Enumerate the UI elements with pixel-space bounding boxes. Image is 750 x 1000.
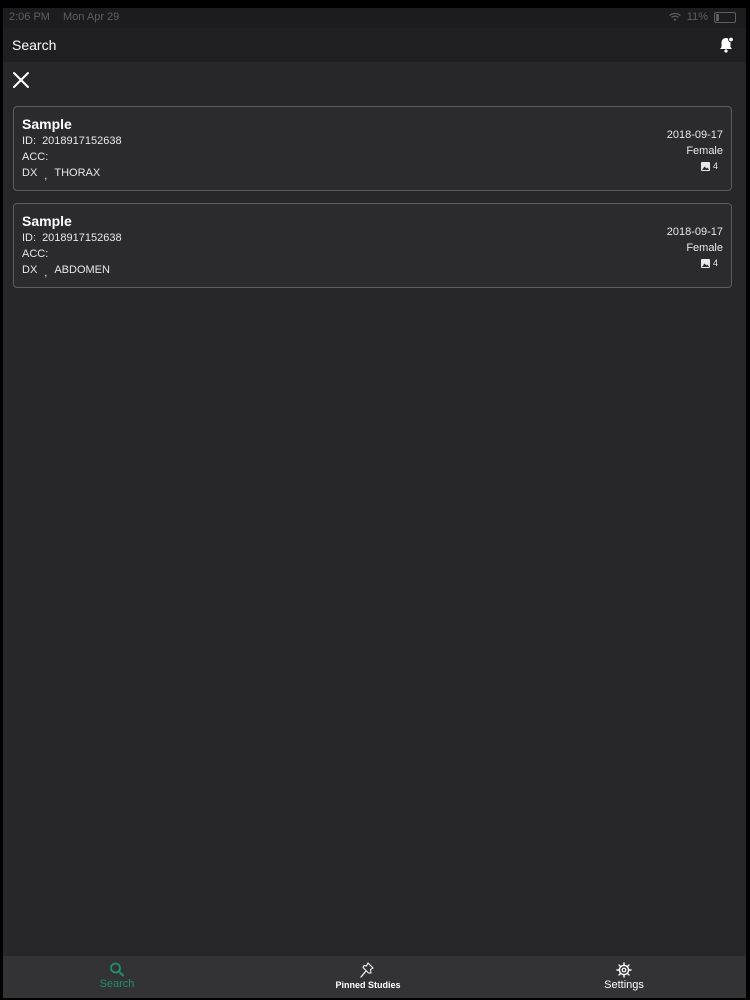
app-window: 2:06 PM Mon Apr 29 11% Search Sample ID:… [3,8,746,998]
image-icon [700,258,710,268]
modality-row: DX, ABDOMEN [22,264,110,279]
study-date: 2018-09-17 [666,129,723,141]
wifi-icon [669,12,681,21]
patient-sex: Female [686,242,723,254]
separator: , [44,267,48,279]
modality-row: DX, THORAX [22,167,101,182]
modality: DX [22,167,38,179]
tab-label: Pinned Studies [335,980,401,990]
tab-label: Settings [604,979,644,991]
tab-search[interactable]: Search [57,962,177,990]
study-card[interactable]: Sample ID: 2018917152638 ACC: DX, THORAX 2… [13,106,732,191]
tab-pinned-studies[interactable]: Pinned Studies [308,962,428,990]
patient-name: Sample [22,213,72,229]
search-icon [110,962,124,977]
study-id-row: ID: 2018917152638 [22,135,122,147]
study-id-row: ID: 2018917152638 [22,232,122,244]
tab-label: Search [99,978,135,990]
body-part: ABDOMEN [54,264,110,276]
study-id: 2018917152638 [42,232,122,244]
patient-name: Sample [22,116,72,132]
image-count: 4 [712,258,718,268]
page-title: Search [12,37,57,53]
close-icon[interactable] [11,70,31,90]
study-date: 2018-09-17 [666,226,723,238]
image-count-badge: 4 [700,161,718,171]
tab-settings[interactable]: Settings [564,962,684,991]
notification-bell-icon[interactable] [716,35,736,55]
accession-label: ACC: [22,151,49,163]
image-icon [700,161,710,171]
image-count-badge: 4 [700,258,718,268]
modality: DX [22,264,38,276]
pin-icon [360,962,374,978]
tab-bar: Search Pinned Studies Settings [3,956,746,998]
study-card[interactable]: Sample ID: 2018917152638 ACC: DX, ABDOMEN … [13,203,732,288]
accession-label: ACC: [22,248,49,260]
image-count: 4 [712,161,718,171]
separator: , [44,170,48,182]
id-label: ID: [22,232,37,244]
study-id: 2018917152638 [42,135,122,147]
body-part: THORAX [54,167,101,179]
id-label: ID: [22,135,37,147]
battery-percent: 11% [686,11,708,23]
battery-icon [714,11,736,23]
status-time: 2:06 PM [9,11,50,23]
status-bar: 2:06 PM Mon Apr 29 11% [3,8,746,28]
gear-icon [616,962,632,978]
navigation-bar: Search [3,28,746,62]
patient-sex: Female [686,145,723,157]
status-date: Mon Apr 29 [63,11,120,23]
